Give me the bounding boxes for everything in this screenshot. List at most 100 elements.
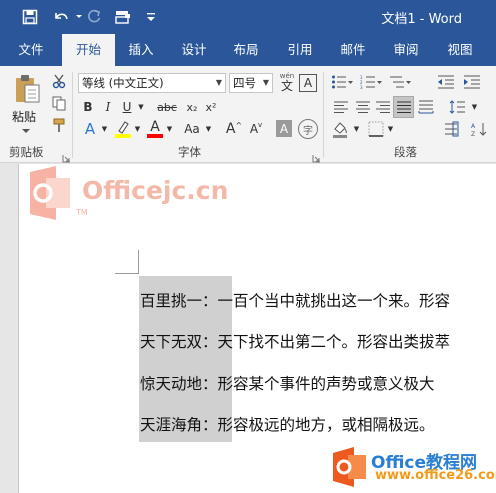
sort-icon[interactable]: AZ [470, 119, 488, 139]
chevron-down-icon[interactable]: ▼ [352, 119, 361, 139]
align-left-icon[interactable] [332, 98, 350, 116]
character-shading-button[interactable]: A [276, 120, 292, 137]
touch-mode-icon[interactable] [112, 0, 134, 34]
numbering-icon[interactable]: 123 [359, 73, 383, 91]
undo-icon[interactable] [48, 0, 74, 34]
paragraph-group-label: 段落 [394, 145, 417, 159]
phonetic-guide-char: 文 [280, 78, 293, 93]
customize-qat-icon[interactable] [144, 0, 158, 34]
text-effects-button[interactable]: A [80, 118, 100, 140]
svg-text:A: A [471, 123, 476, 130]
justify-icon[interactable] [393, 96, 414, 118]
font-size-combo[interactable]: 四号 ▼ [229, 73, 273, 93]
cut-icon[interactable] [50, 72, 68, 90]
chevron-down-icon: ▼ [262, 78, 269, 87]
tab-insert[interactable]: 插入 [117, 34, 165, 66]
tab-design[interactable]: 设计 [170, 34, 218, 66]
chevron-down-icon[interactable]: ▼ [136, 98, 146, 116]
document-line[interactable]: 百里挑一：一百个当中就挑出这一个来。形容 [140, 289, 496, 311]
officejc-logo-icon [26, 164, 72, 222]
font-name-value: 等线 (中文正文) [82, 76, 164, 90]
superscript-button[interactable]: x² [202, 98, 220, 116]
save-icon[interactable] [18, 0, 42, 34]
caret-up-icon: ^ [235, 120, 243, 130]
borders-icon[interactable] [366, 119, 386, 139]
tab-home[interactable]: 开始 [62, 34, 115, 66]
align-right-icon[interactable] [374, 98, 392, 116]
format-painter-icon[interactable] [50, 116, 68, 134]
margin-crop-mark [115, 273, 138, 274]
svg-text:3: 3 [360, 85, 363, 89]
document-page[interactable] [18, 164, 496, 493]
enclose-characters-button[interactable]: 字 [298, 119, 318, 139]
redo-icon[interactable] [84, 0, 104, 34]
document-line[interactable]: 天下无双：天下找不出第二个。形容出类拔萃 [140, 330, 496, 352]
tab-references[interactable]: 引用 [276, 34, 324, 66]
bold-button[interactable]: B [79, 98, 97, 116]
font-color-swatch [147, 134, 163, 138]
paste-dropdown-icon[interactable] [16, 126, 36, 136]
font-launcher-icon[interactable] [312, 148, 321, 163]
character-border-button[interactable]: A [299, 74, 317, 92]
ribbon-home: 粘贴 剪贴板 等线 (中文正文) ▼ 四号 ▼ wén 文 A B I U ▼ … [0, 66, 496, 163]
svg-text:Z: Z [471, 131, 475, 137]
font-group-label: 字体 [178, 145, 201, 159]
tab-view[interactable]: 视图 [436, 34, 484, 66]
align-center-icon[interactable] [354, 98, 372, 116]
subscript-button[interactable]: x₂ [183, 98, 201, 116]
chevron-down-icon: ▼ [215, 78, 222, 87]
chevron-down-icon[interactable]: ▼ [165, 118, 174, 140]
office-logo-icon [330, 446, 368, 488]
paste-button[interactable]: 粘贴 [12, 108, 36, 125]
distributed-icon[interactable] [417, 98, 435, 116]
font-name-combo[interactable]: 等线 (中文正文) ▼ [78, 73, 226, 93]
document-line[interactable]: 惊天动地：形容某个事件的声势或意义极大 [140, 372, 496, 394]
tab-layout[interactable]: 布局 [222, 34, 270, 66]
caret-down-icon: v [258, 121, 263, 129]
document-area [0, 164, 496, 493]
paste-icon[interactable] [10, 72, 44, 106]
font-size-value: 四号 [233, 76, 256, 90]
group-separator [323, 72, 324, 158]
document-line[interactable]: 天涯海角：形容极远的地方，或相隔极远。 [140, 413, 496, 435]
shading-icon[interactable] [330, 119, 352, 139]
watermark-officejc: Officejc.cn [82, 176, 229, 205]
ribbon-tabs: 文件 开始 插入 设计 布局 引用 邮件 审阅 视图 [0, 34, 496, 66]
tab-file[interactable]: 文件 [6, 34, 56, 66]
grow-font-letter: A [225, 121, 236, 137]
shrink-font-button[interactable]: Av [246, 118, 266, 140]
watermark-url: www.office26.com [375, 468, 496, 483]
line-spacing-icon[interactable] [448, 98, 470, 116]
bullets-icon[interactable] [330, 73, 354, 91]
strikethrough-button[interactable]: abc [154, 98, 180, 116]
chevron-down-icon[interactable]: ▼ [100, 118, 109, 140]
multilevel-list-icon[interactable] [388, 73, 412, 91]
window-title: 文档1 - Word [381, 12, 462, 27]
clipboard-launcher-icon[interactable] [62, 148, 71, 163]
title-bar: 文档1 - Word [0, 0, 496, 34]
copy-icon[interactable] [50, 94, 68, 112]
decrease-indent-icon[interactable] [436, 73, 456, 91]
highlight-color-icon[interactable] [113, 118, 133, 140]
tab-review[interactable]: 审阅 [382, 34, 430, 66]
chevron-down-icon[interactable]: ▼ [470, 98, 479, 116]
clipboard-group-label: 剪贴板 [9, 145, 44, 159]
watermark-trademark: TM [76, 208, 88, 217]
italic-button[interactable]: I [99, 98, 117, 116]
font-color-button[interactable]: A [145, 118, 165, 140]
phonetic-guide-button[interactable]: wén 文 [277, 70, 297, 94]
increase-indent-icon[interactable] [462, 73, 482, 91]
grow-font-button[interactable]: A ^ [224, 118, 244, 140]
undo-dropdown-icon[interactable] [74, 0, 84, 34]
chevron-down-icon[interactable]: ▼ [386, 119, 395, 139]
underline-button[interactable]: U [118, 98, 136, 116]
chevron-down-icon[interactable]: ▼ [204, 118, 213, 140]
group-separator [72, 72, 73, 158]
chevron-down-icon[interactable]: ▼ [133, 118, 142, 140]
shrink-font-letter: A [249, 122, 259, 136]
tab-mailings[interactable]: 邮件 [329, 34, 377, 66]
asian-layout-icon[interactable] [442, 119, 460, 139]
margin-crop-mark [138, 250, 139, 274]
font-color-letter: A [150, 119, 160, 135]
change-case-button[interactable]: Aa [180, 118, 204, 140]
